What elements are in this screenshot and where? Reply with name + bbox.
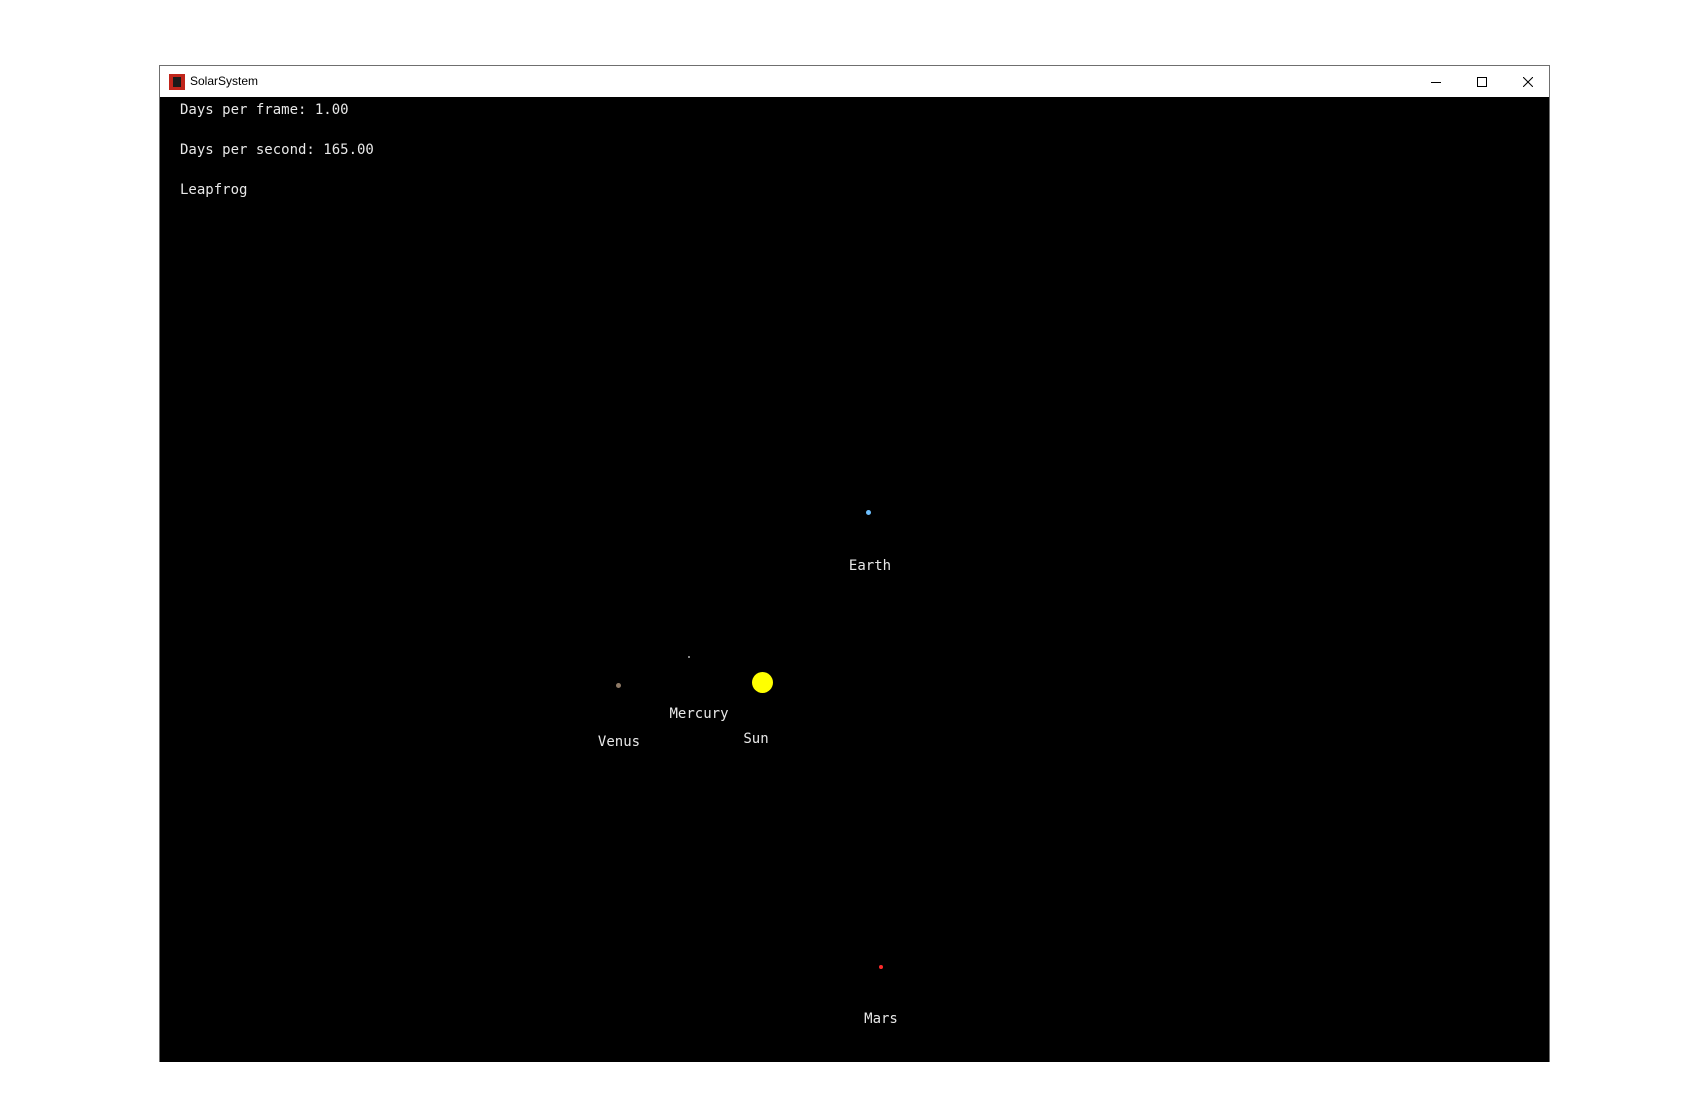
- days-per-frame-text: Days per frame: 1.00: [180, 102, 349, 118]
- integrator-name-text: Leapfrog: [180, 182, 248, 198]
- sun-label: Sun: [743, 731, 769, 747]
- simulation-canvas[interactable]: Days per frame: 1.00 Days per second: 16…: [160, 97, 1549, 1062]
- sun-dot: [752, 672, 773, 693]
- mars-label: Mars: [864, 1011, 898, 1027]
- app-icon: [169, 74, 185, 90]
- venus-dot: [616, 683, 621, 688]
- days-per-second-text: Days per second: 165.00: [180, 142, 374, 158]
- minimize-button[interactable]: [1413, 66, 1459, 97]
- venus-label: Venus: [597, 734, 641, 750]
- close-icon: [1523, 76, 1533, 87]
- window-title: SolarSystem: [190, 74, 259, 88]
- mercury-label: Mercury: [669, 706, 729, 722]
- title-bar[interactable]: SolarSystem: [160, 66, 1549, 97]
- mars-dot: [879, 965, 883, 969]
- close-button[interactable]: [1505, 66, 1551, 97]
- mercury-dot: [688, 656, 690, 658]
- maximize-icon: [1477, 76, 1487, 87]
- earth-dot: [866, 510, 871, 515]
- earth-label: Earth: [848, 558, 892, 574]
- maximize-button[interactable]: [1459, 66, 1505, 97]
- minimize-icon: [1431, 81, 1441, 83]
- app-window: SolarSystem Days per frame: 1.00 Days pe…: [159, 65, 1550, 1062]
